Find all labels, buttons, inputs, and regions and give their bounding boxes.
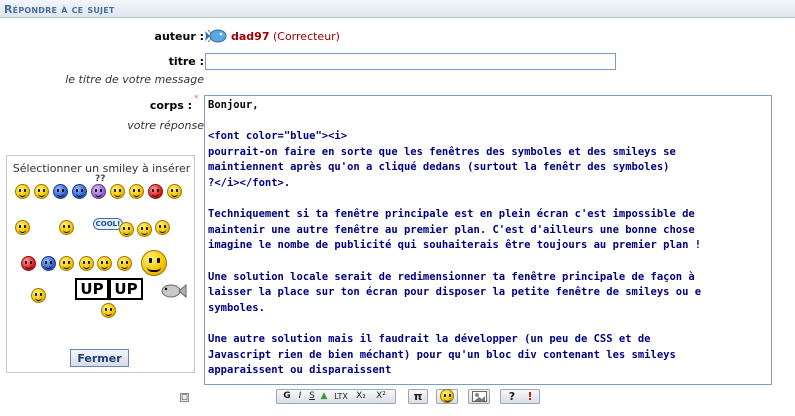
- body-textarea[interactable]: Bonjour, <font color="blue"><i> pourrait…: [204, 95, 772, 385]
- image-icon: [472, 391, 487, 402]
- smiley-icon[interactable]: [101, 303, 116, 318]
- body-content: <font color="blue"><i> pourrait-on faire…: [208, 130, 702, 377]
- smiley-confused-icon[interactable]: [91, 184, 106, 199]
- smiley-icon[interactable]: [34, 184, 49, 199]
- smiley-angry-icon[interactable]: [148, 184, 163, 199]
- superscript-button[interactable]: X²: [373, 390, 389, 403]
- smiley-sign-icon[interactable]: [117, 256, 132, 271]
- smiley-icon[interactable]: [137, 222, 152, 237]
- image-button[interactable]: [468, 389, 490, 404]
- smiley-icon[interactable]: [97, 256, 112, 271]
- title-hint: le titre de votre message: [65, 73, 204, 86]
- smiley-blue-icon[interactable]: [41, 256, 56, 271]
- up-sign-icon[interactable]: UP: [75, 278, 109, 300]
- pi-icon: π: [413, 390, 423, 403]
- smileys-toolbar-button[interactable]: [436, 389, 458, 404]
- alert-icon[interactable]: !: [523, 390, 537, 403]
- author-role: (Correcteur): [272, 30, 340, 43]
- underline-button[interactable]: S: [307, 390, 317, 403]
- smiley-sad-icon[interactable]: [53, 184, 68, 199]
- body-label: corps :: [149, 99, 192, 112]
- question-marks-icon: ??: [95, 174, 106, 184]
- bold-button[interactable]: G: [281, 390, 293, 403]
- smiley-icon[interactable]: [129, 184, 144, 199]
- format-toolbar: G I S ▲ LTX X₂ X²: [276, 389, 396, 404]
- smiley-icon[interactable]: [15, 184, 30, 199]
- italic-button[interactable]: I: [295, 390, 305, 403]
- author-name[interactable]: dad97: [231, 30, 269, 43]
- subscript-button[interactable]: X₂: [353, 390, 369, 403]
- up-sign-icon[interactable]: UP: [109, 278, 143, 300]
- page-title: Répondre à ce sujet: [4, 3, 115, 16]
- author-info: dad97 (Correcteur): [231, 30, 340, 43]
- color-button[interactable]: ▲: [319, 390, 329, 403]
- body-greeting: Bonjour,: [208, 99, 259, 111]
- title-label: titre :: [168, 55, 204, 68]
- reply-header-bar: Répondre à ce sujet: [0, 0, 795, 18]
- smiley-thumbs-icon[interactable]: [31, 288, 46, 303]
- smiley-toolbar-icon: [440, 389, 454, 403]
- smiley-icon[interactable]: [59, 256, 74, 271]
- author-label: auteur :: [154, 30, 204, 43]
- body-hint: votre réponse: [127, 119, 204, 132]
- help-icon[interactable]: ?: [505, 390, 519, 403]
- smiley-sign-icon[interactable]: [79, 256, 94, 271]
- close-button[interactable]: Fermer: [70, 349, 129, 367]
- smiley-icon[interactable]: [167, 184, 182, 199]
- smiley-icon[interactable]: [155, 220, 170, 235]
- title-input[interactable]: [205, 53, 616, 70]
- help-toolbar: ? !: [500, 389, 540, 404]
- smiley-wink-icon[interactable]: [110, 184, 125, 199]
- user-icon: [205, 29, 227, 43]
- fish-icon[interactable]: [159, 282, 187, 300]
- smiley-sad-icon[interactable]: [72, 184, 87, 199]
- smiley-robot-icon[interactable]: [59, 220, 74, 235]
- smiley-thumbs-up-icon[interactable]: [119, 222, 134, 237]
- collapse-panel-icon[interactable]: □: [180, 393, 189, 402]
- smiley-red-icon[interactable]: [21, 256, 36, 271]
- symbols-button[interactable]: π: [408, 389, 428, 404]
- smiley-big-icon[interactable]: [141, 250, 167, 276]
- smiley-panel: Sélectionner un smiley à insérer ?? COOL…: [6, 155, 195, 373]
- smiley-icon[interactable]: [15, 220, 30, 235]
- required-marker: *: [194, 94, 199, 104]
- latex-button[interactable]: LTX: [331, 390, 351, 403]
